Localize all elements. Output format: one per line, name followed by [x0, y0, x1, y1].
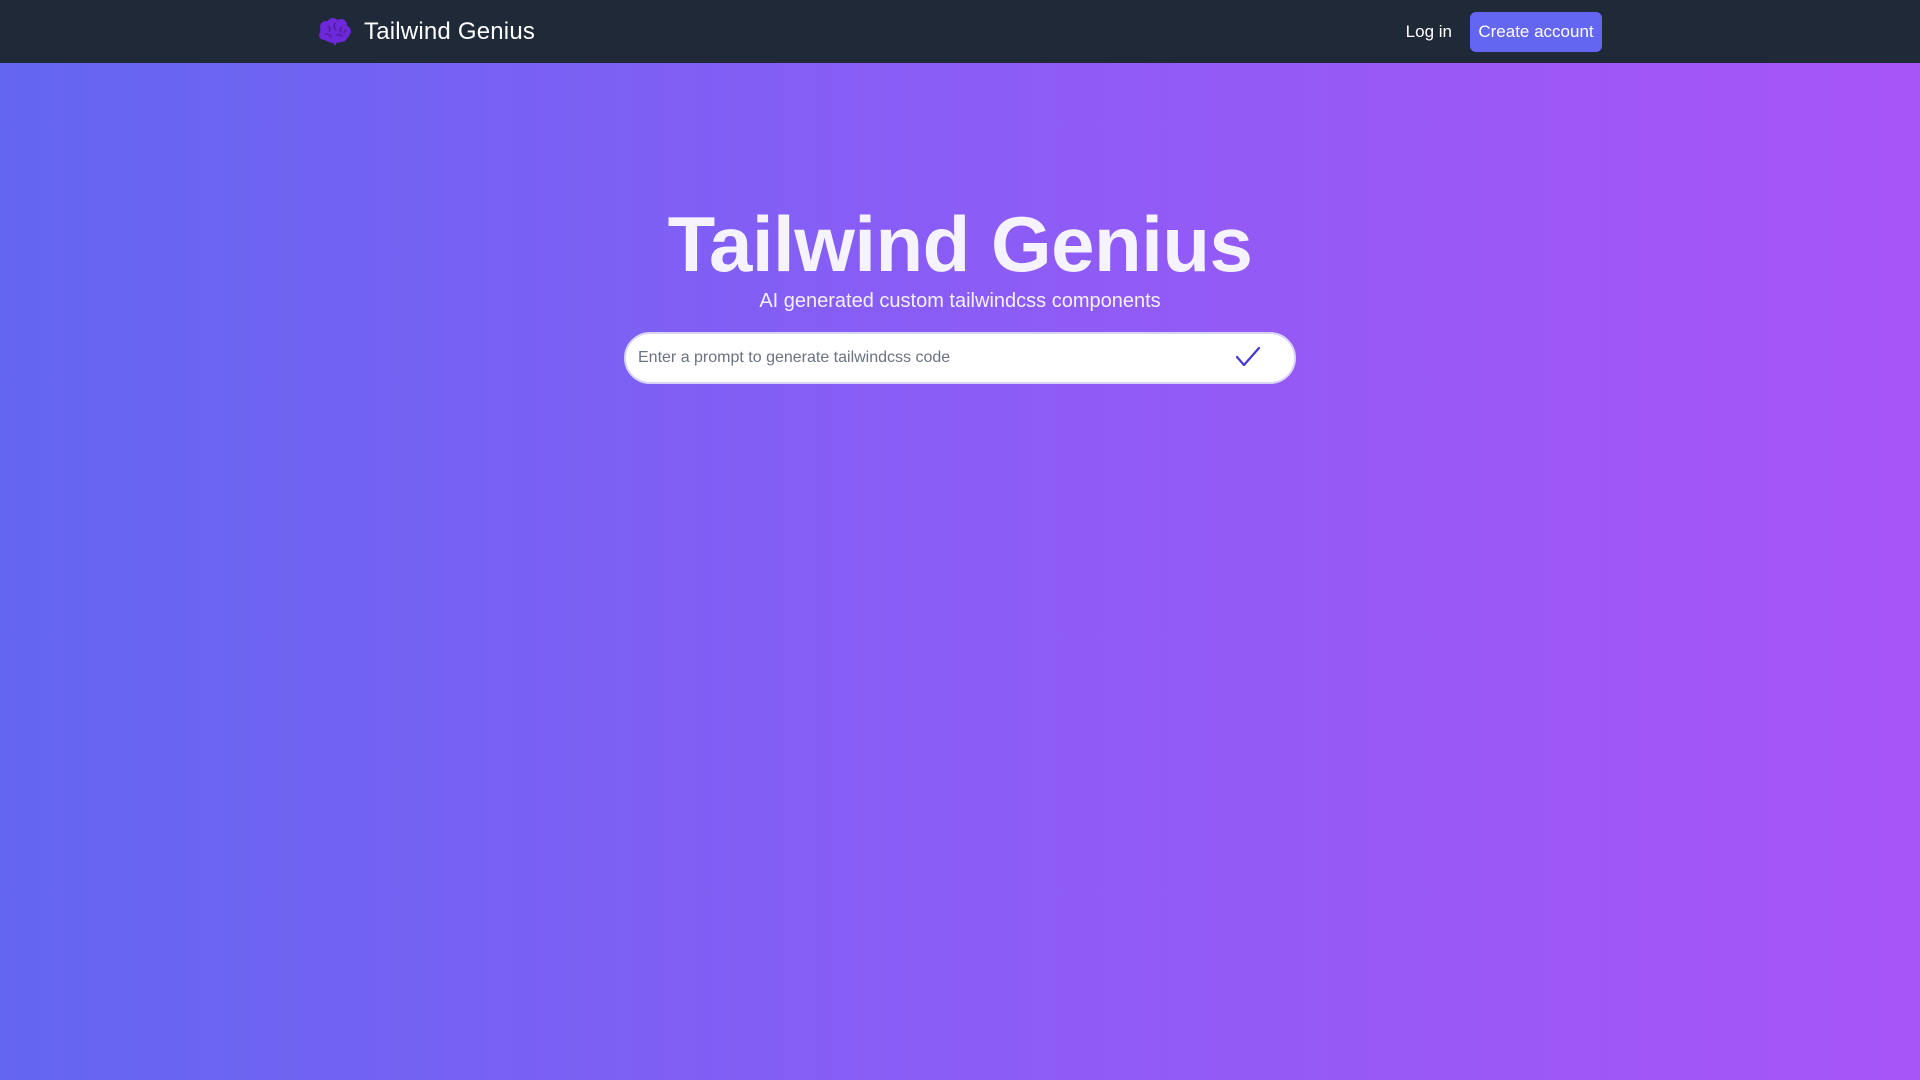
login-link[interactable]: Log in: [1404, 16, 1454, 48]
navbar-container: Tailwind Genius Log in Create account: [318, 0, 1602, 63]
submit-prompt-button[interactable]: [1228, 338, 1268, 378]
nav-actions: Log in Create account: [1404, 11, 1602, 52]
brain-icon: [318, 17, 352, 46]
brand-name: Tailwind Genius: [364, 17, 536, 45]
create-account-button[interactable]: Create account: [1470, 11, 1602, 52]
prompt-form: [624, 332, 1296, 384]
brand-link[interactable]: Tailwind Genius: [318, 17, 536, 46]
page-title: Tailwind Genius: [667, 200, 1253, 288]
checkmark-icon: [1235, 346, 1261, 371]
top-navbar: Tailwind Genius Log in Create account: [0, 0, 1920, 63]
prompt-input[interactable]: [626, 333, 1228, 383]
hero-section: Tailwind Genius AI generated custom tail…: [0, 200, 1920, 314]
page-subtitle: AI generated custom tailwindcss componen…: [759, 290, 1161, 312]
